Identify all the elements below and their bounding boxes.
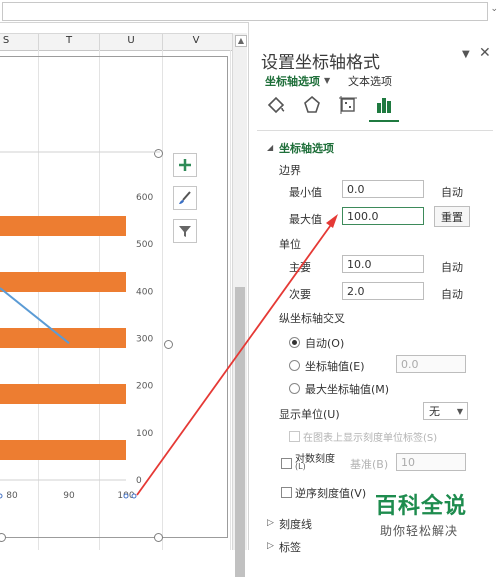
plus-icon <box>179 159 191 171</box>
column-v[interactable]: V <box>163 35 229 49</box>
cross-value-label[interactable]: 坐标轴值(E) <box>305 358 365 374</box>
chevron-down-icon[interactable]: ▼ <box>324 76 330 85</box>
x-tick-label: 90 <box>63 491 75 501</box>
format-axis-panel: 设置坐标轴格式 ▼ ✕ 坐标轴选项 ▼ 文本选项 ◢ 坐标轴选项 边界 最小值 … <box>248 22 500 554</box>
axis-options-icon[interactable] <box>373 94 395 116</box>
column-header: S T U V <box>0 33 232 51</box>
chart-bar[interactable] <box>0 384 126 404</box>
y-tick-label: 200 <box>136 382 153 392</box>
column-s[interactable]: S <box>0 35 12 49</box>
formula-input[interactable] <box>2 2 488 21</box>
tab-axis-options[interactable]: 坐标轴选项 <box>265 73 320 89</box>
size-properties-icon[interactable] <box>337 94 359 116</box>
minor-input[interactable]: 2.0 <box>342 282 424 300</box>
bounds-label: 边界 <box>279 164 301 177</box>
cross-auto-radio[interactable] <box>289 337 300 348</box>
display-units-label: 显示单位(U) <box>279 408 340 421</box>
close-icon[interactable]: ✕ <box>479 45 491 61</box>
min-input[interactable]: 0.0 <box>342 180 424 198</box>
brush-icon <box>179 191 191 204</box>
display-units-value: 无 <box>429 405 440 418</box>
y-tick-label: 100 <box>136 429 153 439</box>
scroll-up-icon[interactable]: ▲ <box>235 35 247 47</box>
major-input[interactable]: 10.0 <box>342 255 424 273</box>
active-tab-indicator <box>369 120 399 122</box>
chevron-down-icon: ▼ <box>456 407 463 416</box>
watermark: 百科全说 助你轻松解决 <box>366 486 494 546</box>
watermark-subtitle: 助你轻松解决 <box>380 524 459 538</box>
y-tick-label: 500 <box>136 240 153 250</box>
units-label: 单位 <box>279 238 301 251</box>
y-tick-label: 600 <box>136 193 153 203</box>
panel-title: 设置坐标轴格式 <box>261 53 380 73</box>
effects-icon[interactable] <box>301 94 323 116</box>
y-tick-label: 0 <box>136 476 142 486</box>
section-tick-marks[interactable]: 刻度线 <box>279 516 312 532</box>
tab-text-options[interactable]: 文本选项 <box>348 73 392 89</box>
cross-max-label[interactable]: 最大坐标轴值(M) <box>305 381 389 397</box>
display-units-select[interactable]: 无 ▼ <box>423 402 468 420</box>
y-tick-label: 400 <box>136 287 153 297</box>
expand-icon[interactable]: ▷ <box>267 518 274 528</box>
formula-bar[interactable]: ⌄ <box>0 0 500 23</box>
base-input[interactable]: 10 <box>396 453 466 471</box>
axis-selection-handle[interactable] <box>131 493 137 499</box>
max-input[interactable]: 100.0 <box>342 207 424 225</box>
min-label: 最小值 <box>289 186 322 199</box>
column-u[interactable]: U <box>100 35 162 49</box>
divider <box>257 130 493 131</box>
base-label: 基准(B) <box>350 458 389 471</box>
gridline <box>230 50 231 550</box>
watermark-logo: 百科全说 <box>375 494 468 519</box>
max-label: 最大值 <box>289 213 322 226</box>
chart-plot[interactable]: 80901006005004003002001000 <box>0 150 160 540</box>
filter-icon <box>179 226 191 237</box>
log-scale-shortcut: (L) <box>295 462 306 471</box>
chart-bar[interactable] <box>0 272 126 292</box>
chart-bar[interactable] <box>0 216 126 236</box>
min-auto-label: 自动 <box>441 186 463 199</box>
vertical-scrollbar[interactable]: ▲ <box>232 33 247 577</box>
cross-value-input[interactable]: 0.0 <box>396 355 466 373</box>
chart-bar[interactable] <box>0 440 126 460</box>
vertical-cross-label: 纵坐标轴交叉 <box>279 312 345 325</box>
fill-line-icon[interactable] <box>265 94 287 116</box>
panel-options-icon[interactable]: ▼ <box>462 49 470 60</box>
reverse-checkbox[interactable] <box>281 487 292 498</box>
major-label: 主要 <box>289 261 311 274</box>
major-auto-label: 自动 <box>441 261 463 274</box>
column-t[interactable]: T <box>39 35 99 49</box>
reset-button[interactable]: 重置 <box>434 206 470 227</box>
y-tick-label: 300 <box>136 335 153 345</box>
axis-selection-handle[interactable] <box>0 493 3 499</box>
chart-elements-button[interactable] <box>173 153 197 177</box>
cross-auto-label[interactable]: 自动(O) <box>305 335 344 351</box>
minor-auto-label: 自动 <box>441 288 463 301</box>
x-tick-label: 80 <box>6 491 18 501</box>
minor-label: 次要 <box>289 288 311 301</box>
log-scale-checkbox[interactable] <box>281 458 292 469</box>
chart-styles-button[interactable] <box>173 186 197 210</box>
cross-max-radio[interactable] <box>289 383 300 394</box>
show-units-label: 在图表上显示刻度单位标签(S) <box>303 433 438 444</box>
section-labels[interactable]: 标签 <box>279 539 301 555</box>
show-units-checkbox[interactable] <box>289 431 300 442</box>
cross-value-radio[interactable] <box>289 360 300 371</box>
axis-selection-handle[interactable] <box>123 493 129 499</box>
collapse-icon[interactable]: ◢ <box>267 143 273 152</box>
reverse-label[interactable]: 逆序刻度值(V) <box>295 485 366 501</box>
scroll-thumb[interactable] <box>235 287 245 577</box>
section-axis-options[interactable]: 坐标轴选项 <box>279 140 334 156</box>
chart-filters-button[interactable] <box>173 219 197 243</box>
resize-handle[interactable] <box>164 340 173 349</box>
expand-formula-icon[interactable]: ⌄ <box>490 4 498 14</box>
